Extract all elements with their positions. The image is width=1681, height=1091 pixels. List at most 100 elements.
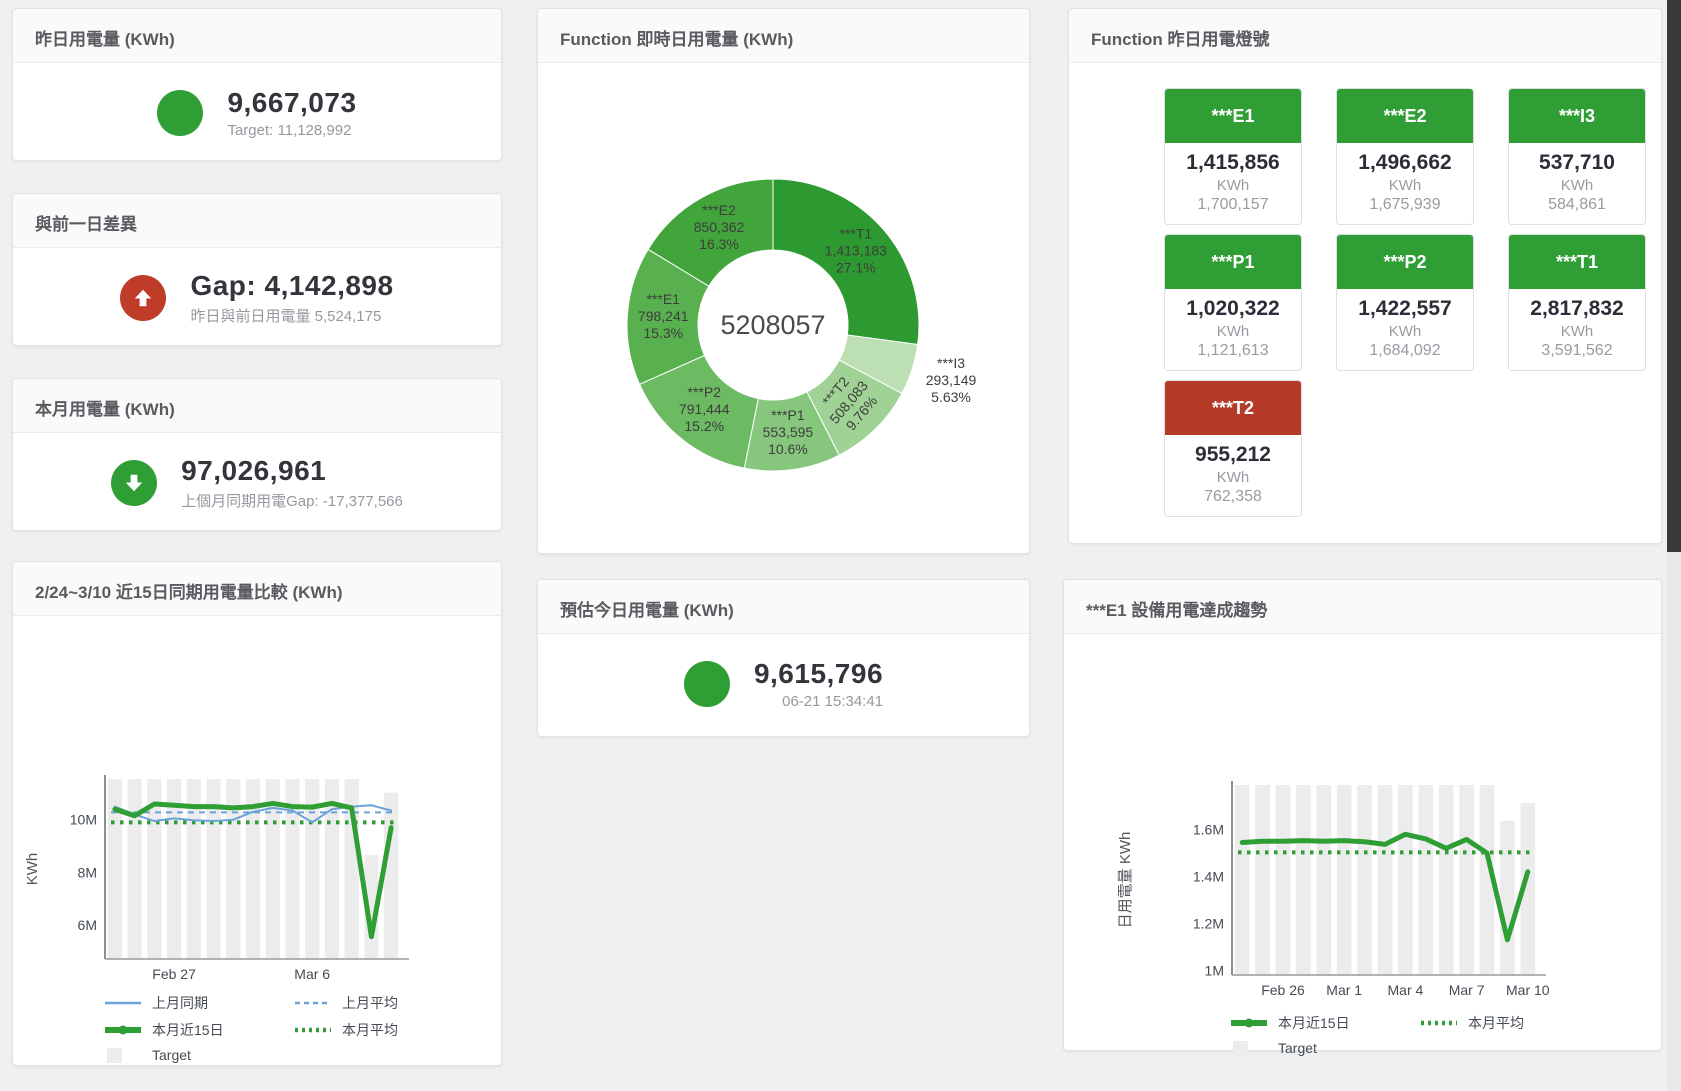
- light-tile-name: ***E2: [1337, 89, 1473, 143]
- today-estimate-value: 9,615,796: [754, 658, 883, 690]
- light-tile-unit: KWh: [1513, 323, 1641, 340]
- target-bar: [1378, 785, 1393, 975]
- target-bar: [127, 779, 141, 959]
- legend-item[interactable]: 上月平均: [293, 993, 501, 1013]
- target-bar: [1337, 785, 1352, 975]
- light-tile-target: 1,121,613: [1169, 342, 1297, 360]
- card-month-title: 本月用電量 (KWh): [13, 379, 501, 433]
- y-tick-label: 10M: [70, 812, 97, 828]
- y-tick-label: 1.6M: [1193, 822, 1224, 838]
- legend-box-icon: [1233, 1041, 1248, 1056]
- dashboard-page: 昨日用電量 (KWh) 9,667,073 Target: 11,128,992…: [0, 0, 1681, 1091]
- light-tile-value: 537,710: [1513, 151, 1641, 175]
- yesterday-usage-target: Target: 11,128,992: [227, 122, 356, 139]
- x-tick-label: Mar 7: [1449, 982, 1485, 998]
- light-tile-value: 1,415,856: [1169, 151, 1297, 175]
- light-tile-name: ***T1: [1509, 235, 1645, 289]
- y-tick-label: 1M: [1205, 962, 1224, 978]
- legend-item[interactable]: Target: [1229, 1040, 1419, 1056]
- legend-item[interactable]: 本月近15日: [1229, 1013, 1419, 1033]
- light-tile-value: 2,817,832: [1513, 297, 1641, 321]
- donut-center-value: 5208057: [720, 310, 825, 340]
- light-tile-value: 1,422,557: [1341, 297, 1469, 321]
- legend-label: 本月近15日: [1278, 1013, 1350, 1033]
- lights-tile-grid: ***E1 1,415,856 KWh 1,700,157 ***E2 1,49…: [1164, 88, 1661, 517]
- trend-chart-title: ***E1 設備用電達成趨勢: [1064, 580, 1661, 634]
- y-tick-label: 1.2M: [1193, 915, 1224, 931]
- legend-item[interactable]: 本月平均: [293, 1020, 501, 1040]
- card-e1-trend: ***E1 設備用電達成趨勢 1M1.2M1.4M1.6MFeb 26Mar 1…: [1063, 579, 1662, 1051]
- legend-swatch-icon: [103, 1022, 143, 1038]
- light-tile-unit: KWh: [1169, 323, 1297, 340]
- legend-label: 上月同期: [152, 993, 208, 1013]
- legend-item[interactable]: Target: [103, 1047, 293, 1063]
- light-tile-unit: KWh: [1169, 469, 1297, 486]
- light-tile-value: 1,020,322: [1169, 297, 1297, 321]
- light-tile-value: 1,496,662: [1341, 151, 1469, 175]
- donut-slice-label: ***I3293,1495.63%: [926, 355, 977, 405]
- legend-label: 上月平均: [342, 993, 398, 1013]
- x-tick-label: Feb 26: [1261, 982, 1305, 998]
- card-yesterday-title: 昨日用電量 (KWh): [13, 9, 501, 63]
- legend-label: Target: [1278, 1040, 1317, 1056]
- target-bar: [1235, 785, 1250, 975]
- gap-subtitle: 昨日與前日用電量 5,524,175: [190, 305, 393, 326]
- status-circle-green-icon: [157, 90, 203, 136]
- legend-box-icon: [107, 1048, 122, 1063]
- comparison-chart: 6M 8M 10M Feb 27 Mar 6 KWh: [13, 616, 501, 984]
- trend-chart-legend: 本月近15日 本月平均 Target: [1229, 1013, 1661, 1056]
- light-tile-unit: KWh: [1513, 177, 1641, 194]
- light-tile-target: 584,861: [1513, 196, 1641, 214]
- light-tile[interactable]: ***P2 1,422,557 KWh 1,684,092: [1336, 234, 1474, 371]
- donut-chart-title: Function 即時日用電量 (KWh): [538, 9, 1029, 63]
- legend-item[interactable]: 本月近15日: [103, 1020, 293, 1040]
- realtime-usage-donut-chart: ***T11,413,18327.1%***I3293,1495.63%***T…: [538, 63, 1029, 551]
- target-bar: [1316, 785, 1331, 975]
- light-tile-unit: KWh: [1169, 177, 1297, 194]
- target-bar: [1439, 785, 1454, 975]
- target-bar: [1500, 821, 1515, 975]
- target-bar: [1296, 785, 1311, 975]
- legend-label: 本月平均: [1468, 1013, 1524, 1033]
- y-axis-title: 日用電量 KWh: [1117, 832, 1134, 929]
- light-tile-name: ***P1: [1165, 235, 1301, 289]
- legend-item[interactable]: 上月同期: [103, 993, 293, 1013]
- legend-swatch-icon: [1229, 1040, 1269, 1056]
- light-tile[interactable]: ***P1 1,020,322 KWh 1,121,613: [1164, 234, 1302, 371]
- month-usage-gap: 上個月同期用電Gap: -17,377,566: [181, 490, 403, 511]
- month-usage-value: 97,026,961: [181, 455, 403, 487]
- gap-value: Gap: 4,142,898: [190, 270, 393, 302]
- x-tick-label: Mar 6: [294, 966, 330, 982]
- legend-swatch-icon: [103, 995, 143, 1011]
- y-axis-title: KWh: [24, 853, 41, 886]
- y-tick-label: 6M: [78, 917, 97, 933]
- x-tick-label: Mar 4: [1388, 982, 1424, 998]
- card-gap-title: 與前一日差異: [13, 194, 501, 248]
- light-tile-name: ***P2: [1337, 235, 1473, 289]
- scrollbar-track[interactable]: [1667, 0, 1681, 1091]
- light-tile[interactable]: ***E2 1,496,662 KWh 1,675,939: [1336, 88, 1474, 225]
- target-bar: [1398, 785, 1413, 975]
- light-tile[interactable]: ***E1 1,415,856 KWh 1,700,157: [1164, 88, 1302, 225]
- light-tile[interactable]: ***T2 955,212 KWh 762,358: [1164, 380, 1302, 517]
- comparison-chart-title: 2/24~3/10 近15日同期用電量比較 (KWh): [13, 562, 501, 616]
- light-tile-name: ***I3: [1509, 89, 1645, 143]
- status-circle-green-icon: [684, 661, 730, 707]
- light-tile[interactable]: ***T1 2,817,832 KWh 3,591,562: [1508, 234, 1646, 371]
- y-tick-label: 8M: [78, 864, 97, 880]
- legend-swatch-icon: [1229, 1015, 1269, 1031]
- light-tile-unit: KWh: [1341, 323, 1469, 340]
- light-tile[interactable]: ***I3 537,710 KWh 584,861: [1508, 88, 1646, 225]
- card-month-usage: 本月用電量 (KWh) 97,026,961 上個月同期用電Gap: -17,3…: [12, 378, 502, 531]
- yesterday-usage-value: 9,667,073: [227, 87, 356, 119]
- light-tile-target: 3,591,562: [1513, 342, 1641, 360]
- card-gap-prev-day: 與前一日差異 Gap: 4,142,898 昨日與前日用電量 5,524,175: [12, 193, 502, 346]
- scrollbar-thumb[interactable]: [1667, 0, 1681, 552]
- card-15day-comparison: 2/24~3/10 近15日同期用電量比較 (KWh) 6M 8M 10M Feb 2…: [12, 561, 502, 1066]
- legend-label: 本月近15日: [152, 1020, 224, 1040]
- light-tile-target: 762,358: [1169, 488, 1297, 506]
- card-yesterday-lights: Function 昨日用電燈號 ***E1 1,415,856 KWh 1,70…: [1068, 8, 1662, 544]
- legend-item[interactable]: 本月平均: [1419, 1013, 1661, 1033]
- legend-swatch-icon: [103, 1047, 143, 1063]
- x-tick-label: Feb 27: [152, 966, 196, 982]
